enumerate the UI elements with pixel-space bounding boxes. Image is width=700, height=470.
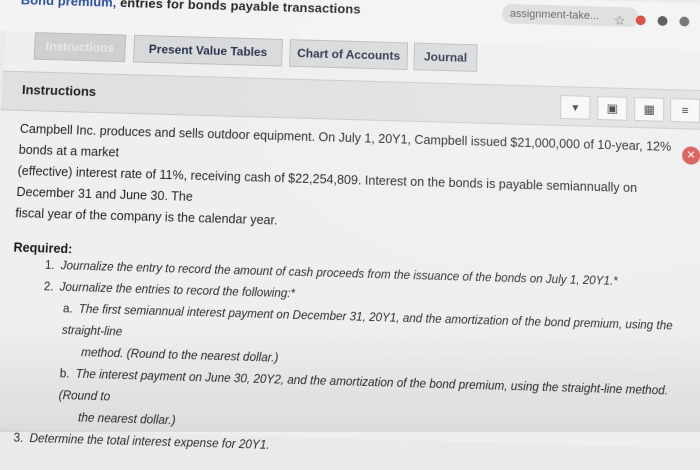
print-icon[interactable]: ▣ xyxy=(597,96,628,121)
tab-chart-of-accounts[interactable]: Chart of Accounts xyxy=(289,39,409,71)
item-number: 2. xyxy=(43,281,54,294)
item-text: method. (Round to the nearest dollar.) xyxy=(80,346,279,365)
star-icon[interactable]: ☆ xyxy=(614,13,626,29)
chevron-down-icon[interactable]: ▾ xyxy=(560,95,591,120)
item-text: Determine the total interest expense for… xyxy=(29,432,270,453)
instructions-label: Instructions xyxy=(21,82,97,100)
item-number: 3. xyxy=(13,432,24,446)
calculator-icon[interactable]: ▦ xyxy=(634,97,665,122)
item-number: b. xyxy=(59,367,70,381)
item-text: Journalize the entries to record the fol… xyxy=(59,281,296,301)
item-number: 1. xyxy=(44,259,55,273)
notes-icon[interactable]: ≡ xyxy=(670,98,700,123)
item-text: the nearest dollar.) xyxy=(77,412,176,428)
tab-bar: Instructions Present Value Tables Chart … xyxy=(33,32,478,72)
screen-photo: assignment-take... ☆ Bond premium, entri… xyxy=(0,0,700,452)
problem-text: Campbell Inc. produces and sells outdoor… xyxy=(15,119,680,243)
instructions-content: Campbell Inc. produces and sells outdoor… xyxy=(3,119,680,469)
extension-icon[interactable] xyxy=(635,15,646,26)
item-number: a. xyxy=(62,303,74,316)
tab-instructions[interactable]: Instructions xyxy=(33,32,127,63)
extension-icon[interactable] xyxy=(657,15,668,26)
tab-journal[interactable]: Journal xyxy=(413,42,478,72)
menu-icon[interactable] xyxy=(679,16,690,27)
tab-present-value-tables[interactable]: Present Value Tables xyxy=(132,34,284,67)
close-icon[interactable]: ✕ xyxy=(682,146,700,165)
